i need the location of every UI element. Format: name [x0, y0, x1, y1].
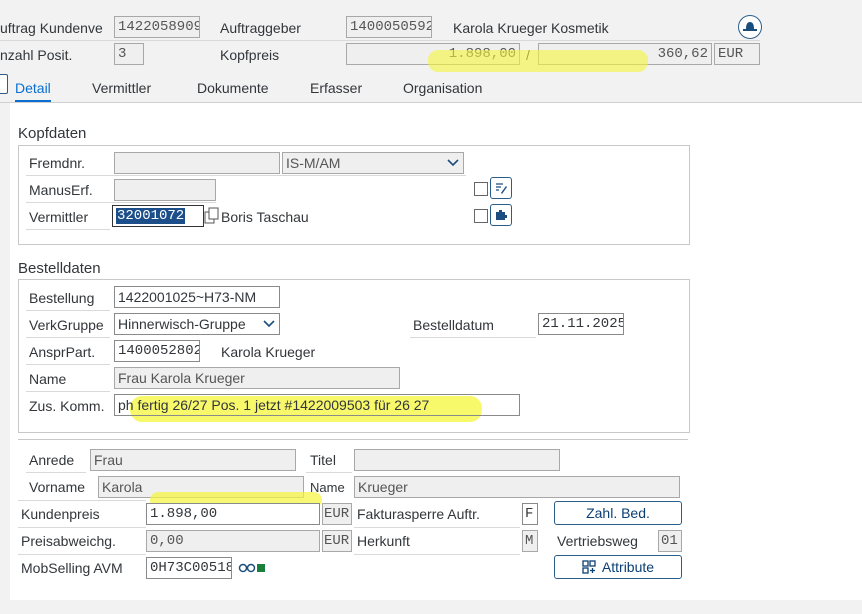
kopfpreis-field[interactable]: 1.898,00: [346, 43, 520, 65]
kunde-name-field[interactable]: Krueger: [354, 476, 680, 498]
auftraggeber-label: Auftraggeber: [220, 20, 301, 36]
chevron-down-icon: [447, 159, 459, 167]
mobselling-label: MobSelling AVM: [21, 560, 123, 576]
attribute-grid-icon: [582, 560, 596, 574]
titel-label: Titel: [310, 452, 336, 468]
ansprpart-field[interactable]: 1400052802: [114, 340, 200, 362]
fremdnr-select-value: IS-M/AM: [286, 155, 341, 171]
fremdnr-field[interactable]: [114, 152, 280, 174]
zuskomm-label: Zus. Komm.: [29, 398, 105, 414]
vorname-field[interactable]: Karola: [98, 476, 304, 498]
vertriebsweg-field[interactable]: 01: [658, 530, 682, 552]
hat-icon[interactable]: [738, 15, 762, 39]
fremdnr-select[interactable]: IS-M/AM: [282, 152, 464, 174]
bestelldatum-field[interactable]: 21.11.2025: [538, 313, 624, 335]
herkunft-field[interactable]: M: [522, 530, 538, 552]
manuserf-checkbox[interactable]: [474, 182, 488, 196]
kopfdaten-title: Kopfdaten: [18, 125, 87, 142]
vermittler-value: 32001072: [116, 208, 186, 224]
kundenpreis-currency[interactable]: EUR: [322, 503, 352, 525]
vermittler-name: Boris Taschau: [221, 209, 309, 225]
anzahl-label: nzahl Posit.: [0, 47, 73, 63]
kopfpreis-separator: /: [526, 47, 530, 63]
chevron-down-icon: [263, 320, 275, 328]
fakturasperre-field[interactable]: F: [522, 503, 538, 525]
fremdnr-label: Fremdnr.: [29, 155, 86, 171]
fakturasperre-label: Fakturasperre Auftr.: [357, 506, 480, 522]
vermittler-field[interactable]: 32001072: [112, 205, 204, 227]
verkgruppe-label: VerkGruppe: [29, 317, 104, 333]
zuskomm-field[interactable]: ph fertig 26/27 Pos. 1 jetzt #1422009503…: [114, 394, 520, 416]
anzahl-field[interactable]: 3: [114, 43, 144, 65]
vorname-label: Vorname: [29, 479, 86, 495]
zahl-bed-button[interactable]: Zahl. Bed.: [554, 501, 682, 525]
tab-vermittler[interactable]: Vermittler: [92, 78, 151, 100]
puzzle-icon[interactable]: [490, 204, 512, 226]
auftrag-label: uftrag Kundenve: [0, 20, 103, 36]
tab-organisation[interactable]: Organisation: [403, 78, 482, 100]
kunde-name-label: Name: [310, 480, 345, 495]
edit-note-icon[interactable]: [490, 177, 512, 199]
kopfpreis-label: Kopfpreis: [220, 47, 280, 63]
herkunft-label: Herkunft: [357, 533, 410, 549]
ansprpart-name: Karola Krueger: [221, 344, 316, 360]
manuserf-field[interactable]: [114, 179, 216, 201]
tab-erfasser[interactable]: Erfasser: [310, 78, 362, 100]
currency-field[interactable]: EUR: [714, 43, 760, 65]
ansprpart-label: AnsprPart.: [29, 344, 96, 360]
auftraggeber-field[interactable]: 1400050592: [346, 16, 432, 38]
kundenpreis-field[interactable]: 1.898,00: [146, 503, 320, 525]
vermittler-checkbox[interactable]: [474, 209, 488, 223]
kundenpreis-label: Kundenpreis: [21, 506, 100, 522]
tab-scroll-icon[interactable]: [0, 74, 8, 94]
vermittler-label: Vermittler: [29, 209, 89, 225]
zuskomm-value: ph fertig 26/27 Pos. 1 jetzt #1422009503…: [118, 397, 430, 413]
auftraggeber-name: Karola Krueger Kosmetik: [453, 20, 609, 36]
attribute-button[interactable]: Attribute: [554, 555, 682, 579]
preisabw-field[interactable]: 0,00: [146, 530, 320, 552]
vertriebsweg-label: Vertriebsweg: [557, 533, 638, 549]
attribute-button-label: Attribute: [601, 559, 655, 575]
preisabw-label: Preisabweichg.: [21, 533, 116, 549]
preisabw-currency[interactable]: EUR: [322, 530, 352, 552]
anrede-label: Anrede: [29, 452, 75, 468]
titel-field[interactable]: [354, 449, 560, 471]
bestellung-label: Bestellung: [29, 290, 95, 306]
anrede-field[interactable]: Frau: [90, 449, 296, 471]
tab-dokumente[interactable]: Dokumente: [197, 78, 269, 100]
name-label: Name: [29, 371, 67, 387]
manuserf-label: ManusErf.: [29, 182, 93, 198]
name-field[interactable]: Frau Karola Krueger: [114, 367, 400, 389]
verkgruppe-select[interactable]: Hinnerwisch-Gruppe: [114, 313, 280, 335]
mobselling-field[interactable]: 0H73C00518: [146, 557, 232, 579]
tab-detail[interactable]: Detail: [15, 78, 51, 102]
bestellung-field[interactable]: 1422001025~H73-NM: [114, 286, 280, 308]
kopfpreis-second-field[interactable]: 360,62: [538, 43, 712, 65]
auftrag-field[interactable]: 1422058909: [114, 16, 200, 38]
search-help-icon[interactable]: [204, 207, 220, 225]
bestelldatum-label: Bestelldatum: [413, 317, 494, 333]
link-status-icon: [237, 561, 267, 575]
bestelldaten-title: Bestelldaten: [18, 260, 101, 277]
verkgruppe-value: Hinnerwisch-Gruppe: [118, 316, 246, 332]
